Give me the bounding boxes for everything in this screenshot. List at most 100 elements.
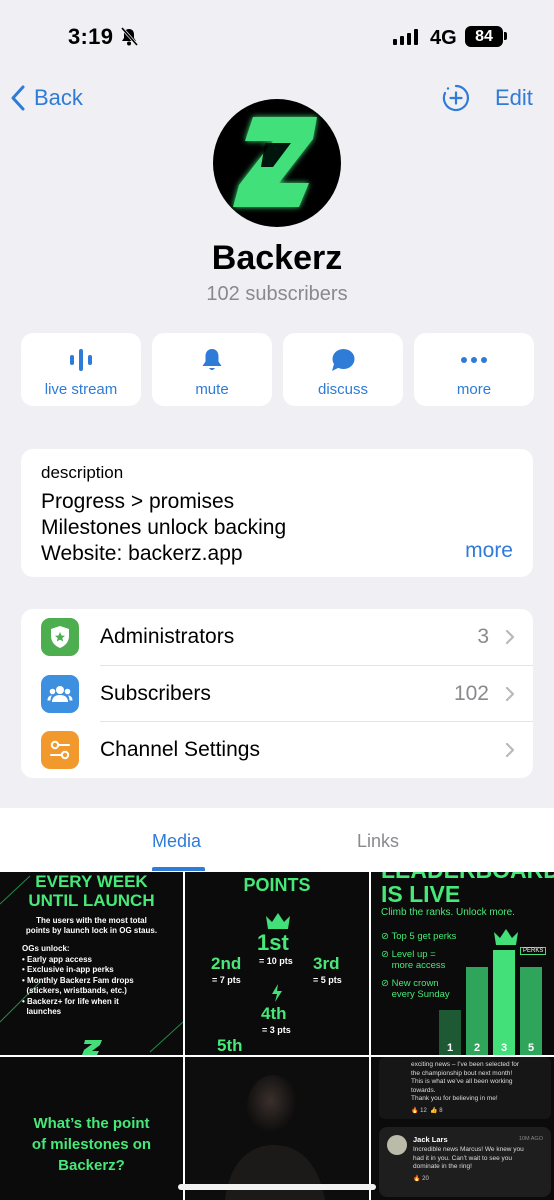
comment-author: Jack Lars: [413, 1135, 448, 1144]
bell-slash-icon: [120, 27, 139, 52]
shield-star-icon: [41, 618, 79, 657]
perks-badge: PERKS: [520, 947, 547, 955]
discuss-label: discuss: [317, 381, 369, 398]
media-tile[interactable]: POINTS 1st = 10 pts 2nd = 7 pts 3rd = 5 …: [185, 872, 369, 1055]
media-tile[interactable]: exciting news – I’ve been selected for t…: [371, 1057, 554, 1200]
tile-list-item: launches: [26, 1007, 62, 1016]
comment-line: Incredible news Marcus! We knew you: [413, 1146, 524, 1153]
channel-settings-row[interactable]: Channel Settings: [21, 722, 533, 778]
tile-list-item: Level up =: [391, 948, 436, 960]
subscribers-row[interactable]: Subscribers 102: [21, 666, 533, 722]
media-tile[interactable]: What’s the point of milestones on Backer…: [0, 1057, 183, 1200]
description-card: description Progress > promises Mileston…: [21, 449, 533, 577]
network-type: 4G: [430, 27, 457, 49]
tile-list-item: New crown: [391, 977, 439, 989]
post-reactions: 🔥 12 👍 8: [411, 1107, 443, 1114]
channel-avatar[interactable]: [213, 99, 341, 227]
lightning-icon: [272, 984, 282, 1002]
tile-list-item: every Sunday: [391, 989, 450, 1000]
discuss-button[interactable]: discuss: [283, 333, 403, 406]
subscriber-count: 102 subscribers: [206, 283, 348, 305]
comment-reaction: 🔥 20: [413, 1176, 429, 1182]
more-button[interactable]: more: [414, 333, 534, 406]
tab-media[interactable]: Media: [152, 831, 201, 852]
post-line: Thank you for believing in me!: [411, 1095, 498, 1102]
tile-list-item: Backerz+ for life when it: [27, 996, 119, 1006]
fifth-place: 5th: [217, 1036, 243, 1055]
tile-title: POINTS: [243, 875, 311, 895]
tile-list-heading: OGs unlock:: [22, 944, 70, 953]
tab-links[interactable]: Links: [357, 831, 399, 852]
description-line: Milestones unlock backing: [41, 516, 287, 539]
live-stream-label: live stream: [44, 381, 118, 398]
chat-bubble-icon: [330, 347, 356, 373]
media-grid: EVERY WEEK UNTIL LAUNCH The users with t…: [0, 872, 554, 1200]
subscribers-count: 102: [453, 681, 489, 705]
tile-title-line: Backerz?: [58, 1157, 125, 1174]
rank-label: 5: [528, 1042, 535, 1054]
reaction: 👍 8: [430, 1108, 443, 1114]
post-card: exciting news – I’ve been selected for t…: [379, 1057, 551, 1119]
comment-line: dominate in the ring!: [413, 1163, 472, 1170]
tile-list-item: Monthly Backerz Fam drops: [27, 975, 134, 985]
crown-icon: [266, 913, 290, 929]
tile-list-item: more access: [391, 960, 446, 971]
bell-icon: [199, 347, 225, 373]
tile-title-line: of milestones on: [31, 1136, 152, 1153]
home-indicator[interactable]: [178, 1184, 376, 1190]
channel-name: Backerz: [211, 239, 343, 277]
tile-title: EVERY WEEK UNTIL LAUNCH: [0, 872, 183, 910]
comment-text: Incredible news Marcus! We knew you had …: [413, 1146, 524, 1172]
more-label: more: [456, 381, 492, 398]
second-place: 2nd: [211, 954, 242, 973]
channel-info-list: Administrators 3 Subscribers 102 Channel…: [21, 609, 533, 778]
channel-settings-label: Channel Settings: [100, 738, 260, 762]
back-label: Back: [34, 85, 83, 110]
crown-icon: [494, 929, 518, 945]
media-tabs: Media Links: [0, 808, 554, 872]
second-points: = 7 pts: [212, 975, 241, 985]
fourth-points: = 3 pts: [262, 1025, 291, 1035]
battery-icon: 84: [465, 26, 503, 47]
administrators-label: Administrators: [100, 625, 235, 649]
tile-list: ⊘ Top 5 get perks ⊘ Level up = more acce…: [381, 931, 457, 1000]
backerz-logo: [233, 117, 317, 207]
leaderboard-bar: [493, 950, 515, 1055]
mute-button[interactable]: mute: [152, 333, 272, 406]
administrators-row[interactable]: Administrators 3: [21, 609, 533, 666]
tile-list-item: Early app access: [27, 954, 92, 964]
tile-list: OGs unlock: • Early app access • Exclusi…: [22, 944, 134, 1016]
sliders-icon: [41, 731, 79, 770]
tile-title-line: UNTIL LAUNCH: [28, 891, 155, 910]
tile-title-line: EVERY WEEK: [35, 872, 148, 891]
third-place: 3rd: [313, 954, 340, 973]
rank-label: 3: [501, 1042, 508, 1054]
tile-title-line: IS LIVE: [381, 881, 461, 907]
media-tile[interactable]: EVERY WEEK UNTIL LAUNCH The users with t…: [0, 872, 183, 1055]
description-more-link[interactable]: more: [465, 539, 513, 563]
rank-label: 2: [474, 1042, 481, 1054]
photo-thumbnail: [185, 1057, 369, 1200]
tile-body: The users with the most total points by …: [0, 916, 183, 936]
post-text: exciting news – I’ve been selected for t…: [411, 1061, 519, 1104]
tile-body-line: The users with the most total: [36, 916, 147, 925]
tile-tagline: Climb the ranks. Unlock more.: [381, 907, 515, 918]
chevron-left-icon: [11, 85, 25, 111]
back-button[interactable]: Back: [10, 82, 83, 114]
ellipsis-icon: [459, 347, 489, 373]
comment-time: 10M AGO: [518, 1136, 543, 1142]
media-tile[interactable]: LEADERBOARD IS LIVE Climb the ranks. Unl…: [371, 872, 554, 1055]
description-line: Progress > promises: [41, 490, 235, 513]
live-stream-button[interactable]: live stream: [21, 333, 141, 406]
battery-nub: [504, 32, 507, 40]
comment-line: had it in you. Can’t wait to see you: [413, 1154, 513, 1162]
first-place: 1st: [257, 930, 289, 955]
tile-title-line: What’s the point: [33, 1115, 150, 1132]
action-buttons: live stream mute discuss more: [21, 333, 534, 406]
edit-button[interactable]: Edit: [495, 85, 533, 111]
add-story-button[interactable]: [442, 84, 470, 112]
description-line[interactable]: Website: backerz.app: [41, 541, 513, 567]
media-tile-photo[interactable]: [185, 1057, 369, 1200]
tile-body-line: points by launch lock in OG staus.: [25, 926, 158, 935]
comment-card: Jack Lars 10M AGO Incredible news Marcus…: [379, 1127, 551, 1197]
